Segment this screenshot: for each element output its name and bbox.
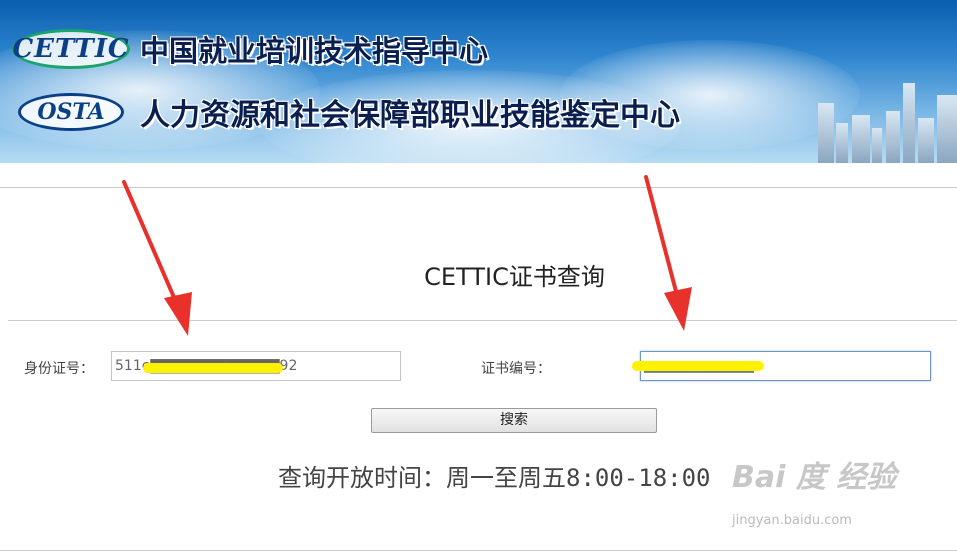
baidu-watermark: Bai 度 经验 — [732, 460, 897, 495]
id-number-label: 身份证号： — [24, 361, 94, 377]
skyline-building — [937, 95, 957, 163]
skyline-building — [886, 111, 900, 163]
skyline-building — [872, 128, 882, 163]
org-title-cettic: 中国就业培训技术指导中心 — [140, 34, 489, 68]
header-banner: CETTIC 中国就业培训技术指导中心 OSTA 人力资源和社会保障部职业技能鉴… — [0, 0, 957, 163]
cettic-logo: CETTIC — [12, 29, 130, 69]
skyline-building — [852, 115, 870, 163]
baidu-watermark-url: jingyan.baidu.com — [732, 513, 852, 528]
osta-logo: OSTA — [18, 93, 124, 131]
query-hours-text: 查询开放时间：周一至周五8:00-18:00 — [278, 464, 711, 492]
redaction-highlight — [143, 363, 283, 373]
redaction-highlight — [632, 361, 764, 371]
skyline-building — [903, 83, 915, 163]
skyline-building — [918, 118, 934, 163]
search-button[interactable]: 搜索 — [371, 408, 657, 433]
divider-bottom — [0, 550, 957, 551]
skyline-building — [836, 123, 848, 163]
org-title-osta: 人力资源和社会保障部职业技能鉴定中心 — [140, 98, 680, 133]
skyline-building — [818, 103, 834, 163]
certificate-number-label: 证书编号： — [481, 361, 551, 377]
arrow-pointing-id-input — [122, 180, 192, 336]
arrow-pointing-certificate-input — [644, 175, 692, 331]
